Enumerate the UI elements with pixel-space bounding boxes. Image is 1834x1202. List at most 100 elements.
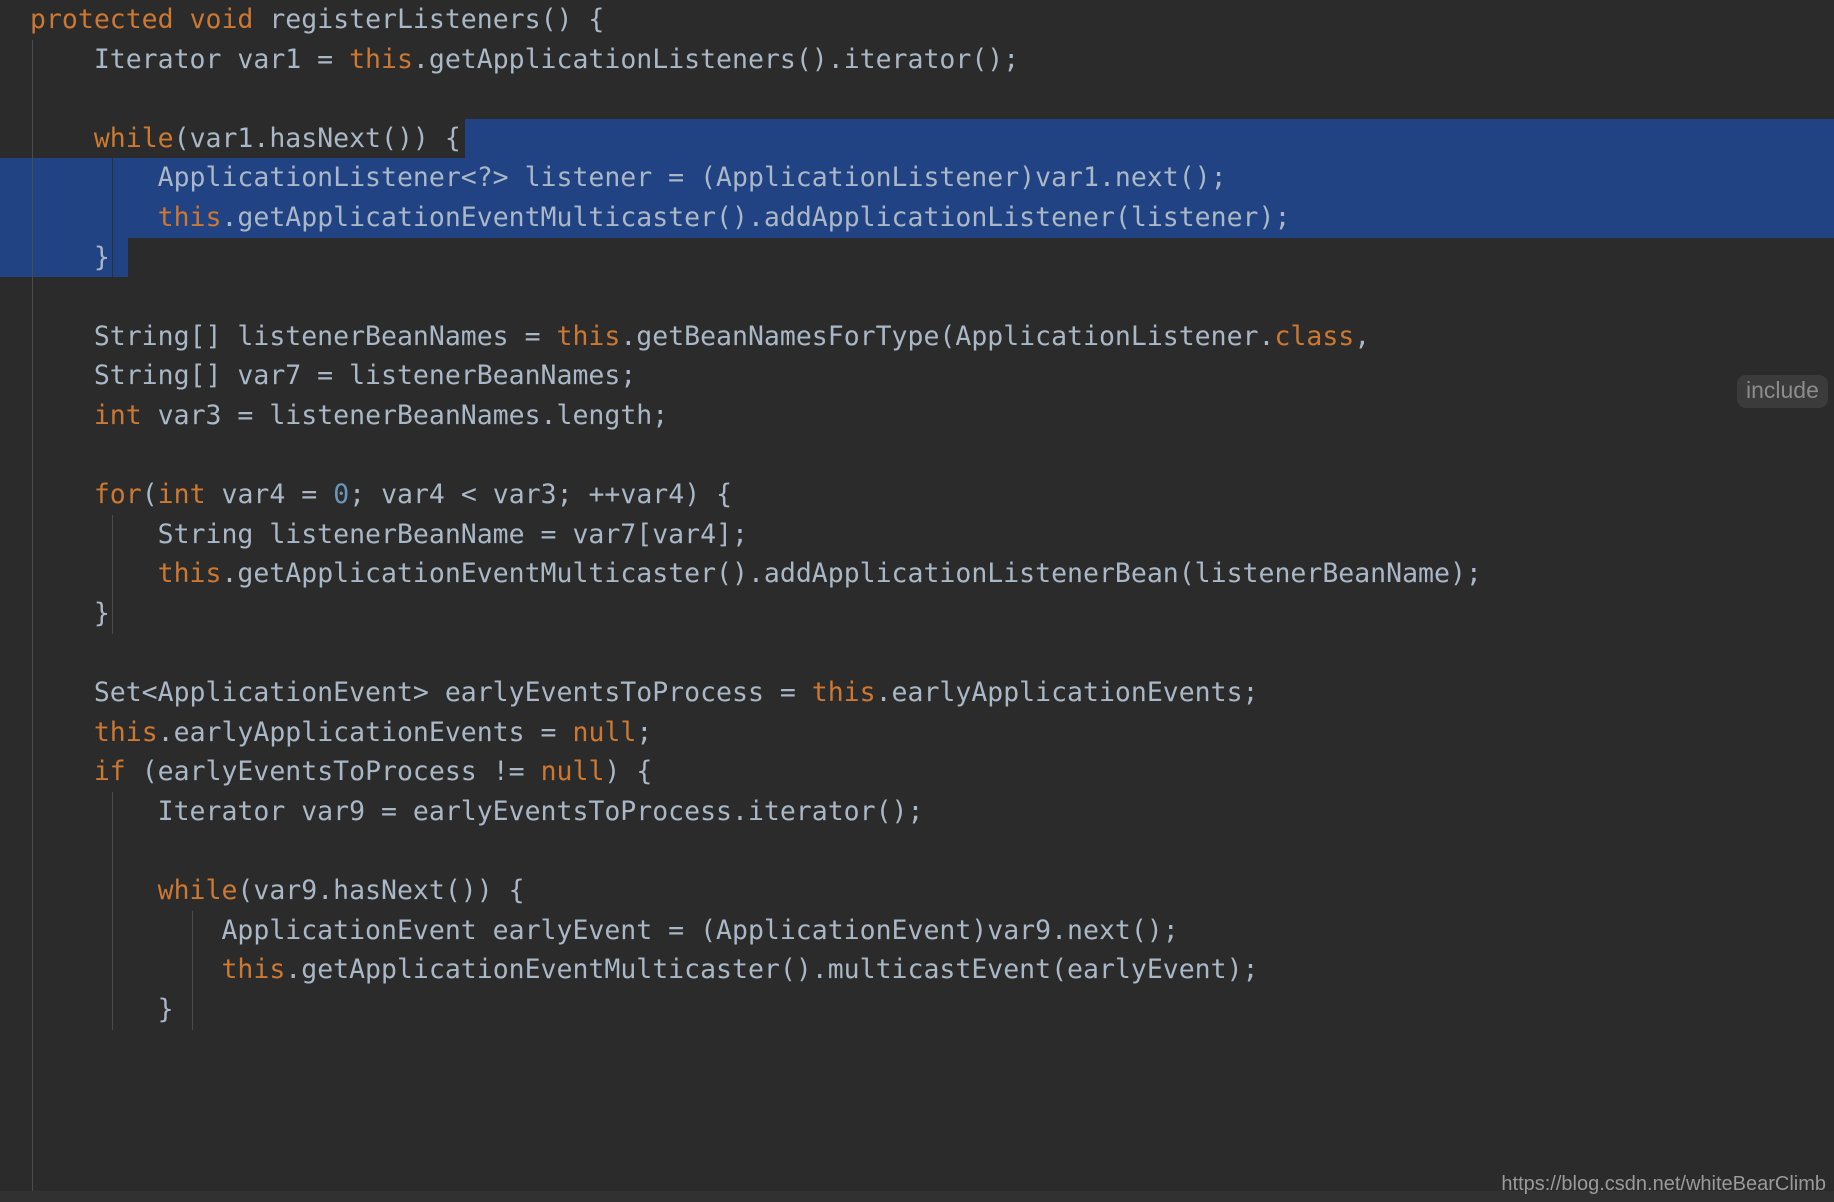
code-line-text: String[] var7 = listenerBeanNames; (0, 356, 636, 396)
code-line-text: ApplicationEvent earlyEvent = (Applicati… (0, 911, 1179, 951)
code-token: (var9.hasNext()) { (237, 875, 525, 907)
code-line[interactable]: this.getApplicationEventMulticaster().ad… (0, 554, 1834, 594)
code-token: String[] var7 = listenerBeanNames; (30, 360, 637, 392)
inlay-hint[interactable]: include (1737, 375, 1828, 408)
code-line[interactable]: this.earlyApplicationEvents = null; (0, 713, 1834, 753)
code-line[interactable] (0, 832, 1834, 872)
code-line[interactable]: Set<ApplicationEvent> earlyEventsToProce… (0, 673, 1834, 713)
code-token: this (811, 677, 876, 709)
code-line[interactable]: } (0, 990, 1834, 1030)
code-token: .getApplicationEventMulticaster().addApp… (221, 558, 1482, 590)
code-token: ; (636, 716, 653, 748)
code-line[interactable]: if (earlyEventsToProcess != null) { (0, 752, 1834, 792)
code-token: .getApplicationEventMulticaster().multic… (285, 954, 1259, 986)
code-token: } (30, 598, 110, 629)
code-token: this (349, 43, 413, 75)
code-token: .getApplicationListeners().iterator(); (412, 43, 1020, 75)
code-text-layer[interactable]: protected void registerListeners() { Ite… (0, 0, 1834, 1202)
code-token: } (30, 994, 174, 1025)
code-token: Iterator var1 = (30, 43, 350, 75)
code-token: null (572, 716, 637, 748)
code-token: .earlyApplicationEvents; (875, 677, 1259, 709)
code-line-text: while(var9.hasNext()) { (0, 871, 525, 911)
code-token: for (93, 479, 142, 511)
code-line[interactable]: while(var9.hasNext()) { (0, 871, 1834, 911)
code-line-text: for(int var4 = 0; var4 < var3; ++var4) { (0, 475, 732, 515)
code-token: while (93, 122, 174, 154)
code-line[interactable]: String[] var7 = listenerBeanNames; (0, 356, 1834, 396)
code-token: .getApplicationEventMulticaster().addApp… (221, 202, 1291, 233)
code-line[interactable]: ApplicationEvent earlyEvent = (Applicati… (0, 911, 1834, 951)
code-token: ApplicationListener<?> listener = (Appli… (30, 162, 1227, 194)
code-line[interactable]: String[] listenerBeanNames = this.getBea… (0, 317, 1834, 357)
code-token: int (93, 400, 142, 431)
code-token: ApplicationEvent earlyEvent = (Applicati… (30, 914, 1179, 946)
code-token: (var1.hasNext()) { (173, 122, 461, 154)
code-line-text: } (0, 594, 110, 634)
code-line-text: if (earlyEventsToProcess != null) { (0, 752, 652, 792)
code-line[interactable] (0, 79, 1834, 119)
code-line[interactable] (0, 436, 1834, 476)
code-line-text: this.getApplicationEventMulticaster().mu… (0, 950, 1259, 990)
code-line[interactable]: ApplicationListener<?> listener = (Appli… (0, 158, 1834, 198)
code-line[interactable]: Iterator var9 = earlyEventsToProcess.ite… (0, 792, 1834, 832)
code-line[interactable]: this.getApplicationEventMulticaster().mu… (0, 950, 1834, 990)
code-line[interactable]: } (0, 238, 1834, 278)
code-token: String listenerBeanName = var7[var4]; (30, 518, 748, 550)
code-token: protected (30, 4, 174, 35)
code-line-text: ApplicationListener<?> listener = (Appli… (0, 158, 1227, 198)
code-line[interactable]: String listenerBeanName = var7[var4]; (0, 515, 1834, 555)
code-line-text: while(var1.hasNext()) { (0, 119, 461, 159)
code-token: , (1354, 320, 1387, 352)
code-token: class (1274, 320, 1355, 352)
code-token: var3 = listenerBeanNames.length; (141, 400, 669, 431)
code-token: int (157, 479, 206, 511)
code-line-text: String[] listenerBeanNames = this.getBea… (0, 317, 1386, 357)
code-line-text: this.getApplicationEventMulticaster().ad… (0, 198, 1291, 238)
code-token: this (221, 954, 286, 986)
code-line-text: } (0, 990, 174, 1030)
code-line[interactable]: int var3 = listenerBeanNames.length; (0, 396, 1834, 436)
code-line-text: Iterator var9 = earlyEventsToProcess.ite… (0, 792, 924, 832)
code-line[interactable]: this.getApplicationEventMulticaster().ad… (0, 198, 1834, 238)
code-line[interactable]: protected void registerListeners() { (0, 0, 1834, 40)
watermark-url: https://blog.csdn.net/whiteBearClimb (1501, 1173, 1826, 1195)
code-token: ; var4 < var3; ++var4) { (349, 479, 733, 511)
code-token: while (157, 875, 238, 907)
code-line-text: Iterator var1 = this.getApplicationListe… (0, 40, 1019, 80)
code-token: if (93, 756, 126, 788)
code-token: Iterator var9 = earlyEventsToProcess.ite… (30, 796, 924, 827)
code-line-text: this.getApplicationEventMulticaster().ad… (0, 554, 1482, 594)
code-line-text: String listenerBeanName = var7[var4]; (0, 515, 748, 555)
code-line[interactable] (0, 277, 1834, 317)
code-token: this (93, 716, 158, 748)
code-token: .earlyApplicationEvents = (157, 716, 573, 748)
code-token: (earlyEventsToProcess != (125, 756, 541, 788)
code-token: String[] listenerBeanNames = (30, 320, 557, 352)
code-line[interactable]: Iterator var1 = this.getApplicationListe… (0, 40, 1834, 80)
code-token: .getBeanNamesForType(ApplicationListener… (620, 320, 1275, 352)
code-line[interactable]: } (0, 594, 1834, 634)
code-token: ) { (604, 756, 653, 788)
code-token: } (30, 241, 110, 273)
code-editor-viewport[interactable]: protected void registerListeners() { Ite… (0, 0, 1834, 1202)
code-line-text: this.earlyApplicationEvents = null; (0, 713, 652, 753)
code-token: void (189, 4, 254, 35)
code-token: null (540, 756, 605, 788)
code-line-text: } (0, 238, 110, 278)
code-token: Set<ApplicationEvent> earlyEventsToProce… (30, 677, 812, 709)
code-line[interactable] (0, 634, 1834, 674)
code-token: this (556, 320, 621, 352)
code-line-text: protected void registerListeners() { (0, 0, 604, 40)
code-line[interactable]: for(int var4 = 0; var4 < var3; ++var4) { (0, 475, 1834, 515)
code-line[interactable]: while(var1.hasNext()) { (0, 119, 1834, 159)
